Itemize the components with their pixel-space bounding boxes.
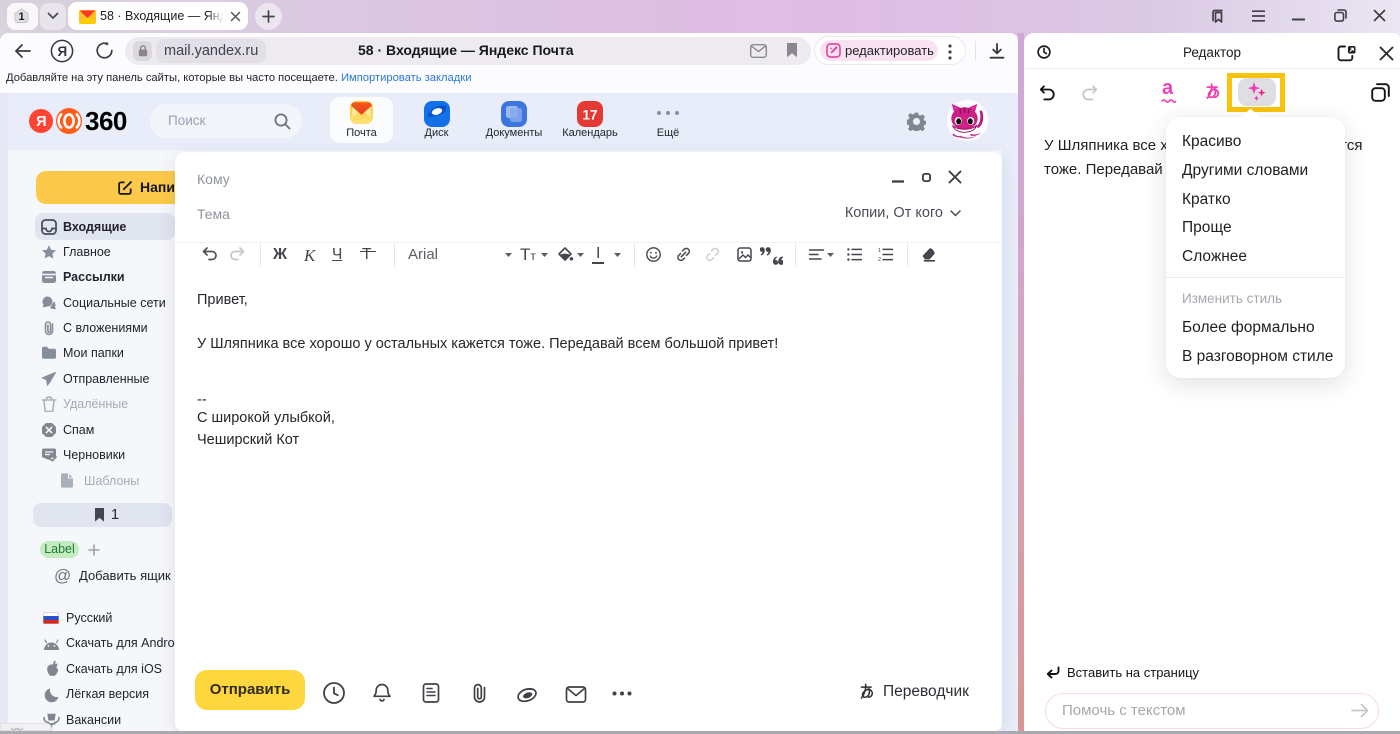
svg-text:1: 1 xyxy=(878,248,881,254)
svg-text:Я: Я xyxy=(58,44,68,59)
svg-text:Я: Я xyxy=(36,114,46,130)
svg-text:1: 1 xyxy=(18,11,24,23)
svg-text:2: 2 xyxy=(878,257,881,261)
svg-text:17: 17 xyxy=(582,108,597,123)
